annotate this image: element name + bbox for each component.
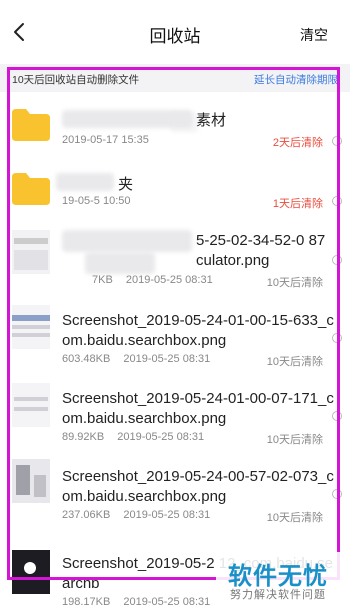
file-meta: 198.17KB 2019-05-25 08:31: [62, 596, 220, 608]
file-size: 198.17KB: [62, 596, 111, 608]
watermark: 软件无忧 努力解决软件问题: [216, 552, 350, 614]
clear-all-button[interactable]: 清空: [300, 25, 328, 45]
app-header: 回收站 清空: [0, 0, 350, 64]
page-title: 回收站: [149, 27, 201, 46]
file-date: 2019-05-25 08:31: [123, 596, 211, 608]
highlight-frame: [7, 67, 340, 580]
watermark-subtitle: 努力解决软件问题: [230, 589, 326, 601]
